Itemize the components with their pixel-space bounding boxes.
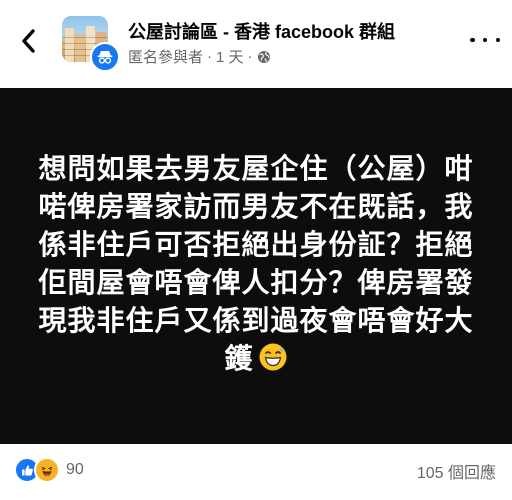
- more-options-button[interactable]: [470, 30, 500, 50]
- post-time[interactable]: 1 天: [216, 46, 244, 67]
- meta-separator: ·: [207, 48, 213, 65]
- meta-separator: ·: [247, 48, 253, 65]
- post-text-block: 想問如果去男友屋企住（公屋）咁喏俾房署家訪而男友不在既話，我係非住戶可否拒絕出身…: [36, 150, 476, 382]
- post-meta: 匿名參與者 · 1 天 ·: [128, 46, 271, 67]
- haha-icon: [34, 457, 60, 483]
- back-button[interactable]: [14, 26, 44, 56]
- globe-icon: [257, 50, 270, 63]
- chevron-left-icon: [22, 29, 35, 53]
- post-header: 公屋討論區 - 香港 facebook 群組 匿名參與者 · 1 天 ·: [0, 0, 512, 88]
- reaction-summary[interactable]: 90: [14, 457, 84, 483]
- grinning-sweat-emoji: [258, 342, 288, 382]
- anonymous-participant-icon: [90, 42, 120, 72]
- group-name[interactable]: 公屋討論區 - 香港 facebook 群組: [128, 18, 395, 44]
- post-footer: 90 105 個回應: [0, 444, 512, 500]
- post-view: 公屋討論區 - 香港 facebook 群組 匿名參與者 · 1 天 · 想問如…: [0, 0, 512, 500]
- comment-count[interactable]: 105 個回應: [417, 459, 496, 483]
- more-horizontal-icon: [470, 37, 475, 43]
- post-text: 想問如果去男友屋企住（公屋）咁喏俾房署家訪而男友不在既話，我係非住戶可否拒絕出身…: [38, 152, 474, 375]
- author-name[interactable]: 匿名參與者: [128, 46, 203, 67]
- reaction-count: 90: [66, 461, 84, 478]
- post-body: 想問如果去男友屋企住（公屋）咁喏俾房署家訪而男友不在既話，我係非住戶可否拒絕出身…: [0, 88, 512, 444]
